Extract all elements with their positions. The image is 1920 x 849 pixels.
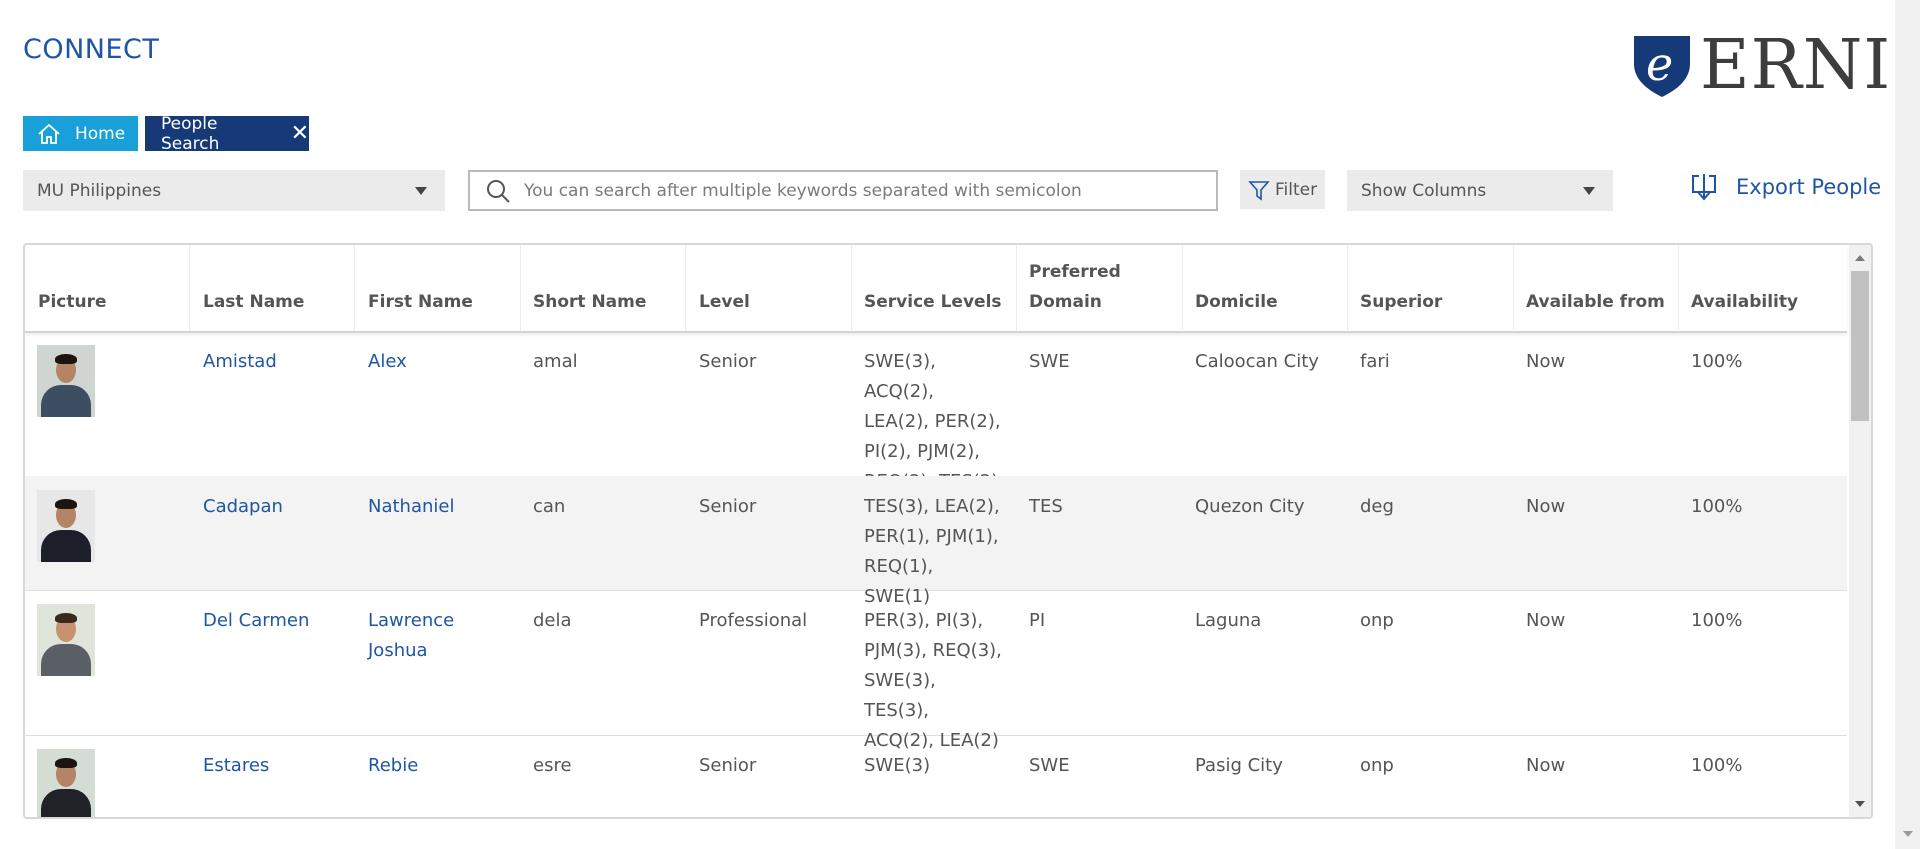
available-from: Now xyxy=(1526,351,1566,372)
search-icon xyxy=(487,179,510,203)
header-level[interactable]: Level xyxy=(699,287,750,317)
available-from: Now xyxy=(1526,496,1566,517)
first-name-link[interactable]: Lawrence Joshua xyxy=(368,606,498,666)
home-icon xyxy=(38,123,60,144)
export-people-button[interactable]: Export People xyxy=(1690,172,1881,202)
short-name: amal xyxy=(533,351,578,372)
page-scrollbar[interactable] xyxy=(1895,0,1920,849)
table-row[interactable]: Amistad Alex amal Senior SWE(3), ACQ(2),… xyxy=(25,331,1847,492)
header-picture[interactable]: Picture xyxy=(38,287,107,317)
preferred-domain: TES xyxy=(1029,496,1063,517)
short-name: dela xyxy=(533,610,572,631)
short-name: can xyxy=(533,496,566,517)
tab-home-label: Home xyxy=(75,123,126,144)
avatar xyxy=(37,749,95,817)
short-name: esre xyxy=(533,755,572,776)
header-domicile[interactable]: Domicile xyxy=(1195,287,1278,317)
availability: 100% xyxy=(1691,351,1743,372)
first-name-link[interactable]: Nathaniel xyxy=(368,492,498,522)
header-preferred-domain-line2: Domain xyxy=(1029,292,1102,312)
show-columns-label: Show Columns xyxy=(1361,180,1487,201)
header-available-from[interactable]: Available from xyxy=(1526,287,1665,317)
first-name-link[interactable]: Rebie xyxy=(368,751,498,781)
avatar xyxy=(37,604,95,676)
level: Professional xyxy=(699,610,808,631)
last-name-link[interactable]: Del Carmen xyxy=(203,606,309,636)
app-title: CONNECT xyxy=(23,34,160,65)
scrollbar-thumb[interactable] xyxy=(1851,271,1869,421)
preferred-domain: SWE xyxy=(1029,755,1070,776)
level: Senior xyxy=(699,351,757,372)
erni-logo: e ERNI xyxy=(1632,26,1890,105)
filter-label: Filter xyxy=(1275,179,1318,200)
domicile: Laguna xyxy=(1195,610,1262,631)
svg-text:e: e xyxy=(1646,37,1673,91)
available-from: Now xyxy=(1526,755,1566,776)
last-name-link[interactable]: Cadapan xyxy=(203,492,283,522)
table-row[interactable]: Del Carmen Lawrence Joshua dela Professi… xyxy=(25,590,1847,751)
header-short-name[interactable]: Short Name xyxy=(533,287,646,317)
superior: onp xyxy=(1360,755,1394,776)
shield-logo-icon: e xyxy=(1634,36,1690,97)
superior: fari xyxy=(1360,351,1390,372)
tab-home[interactable]: Home xyxy=(23,116,138,151)
preferred-domain: PI xyxy=(1029,610,1046,631)
logo-text: ERNI xyxy=(1700,26,1892,105)
show-columns-select[interactable]: Show Columns xyxy=(1347,170,1613,211)
first-name-link[interactable]: Alex xyxy=(368,347,498,377)
business-unit-value: MU Philippines xyxy=(37,180,162,201)
scroll-up-icon[interactable] xyxy=(1855,255,1865,261)
availability: 100% xyxy=(1691,755,1743,776)
table-row[interactable]: Estares Rebie esre Senior SWE(3) SWE Pas… xyxy=(25,735,1847,817)
header-last-name[interactable]: Last Name xyxy=(203,287,304,317)
search-input[interactable] xyxy=(522,179,1186,202)
availability: 100% xyxy=(1691,610,1743,631)
domicile: Pasig City xyxy=(1195,755,1283,776)
search-box[interactable] xyxy=(468,170,1218,211)
header-preferred-domain-line1: Preferred xyxy=(1029,262,1121,282)
last-name-link[interactable]: Estares xyxy=(203,751,269,781)
avatar xyxy=(37,490,95,562)
filter-icon xyxy=(1248,180,1270,201)
level: Senior xyxy=(699,755,757,776)
header-service-levels[interactable]: Service Levels xyxy=(864,287,1002,317)
table-header: Picture Last Name First Name Short Name … xyxy=(25,245,1847,333)
business-unit-select[interactable]: MU Philippines xyxy=(23,170,445,211)
service-levels: SWE(3), ACQ(2), LEA(2), PER(2), PI(2), P… xyxy=(864,351,1001,492)
scroll-down-icon[interactable] xyxy=(1903,831,1913,837)
service-levels: SWE(3) xyxy=(864,755,931,776)
people-table: Picture Last Name First Name Short Name … xyxy=(23,243,1873,819)
table-row[interactable]: Cadapan Nathaniel can Senior TES(3), LEA… xyxy=(25,476,1847,607)
header-preferred-domain[interactable]: Preferred Domain xyxy=(1029,257,1121,317)
chevron-down-icon xyxy=(415,187,427,195)
last-name-link[interactable]: Amistad xyxy=(203,347,277,377)
tab-people-search[interactable]: People Search ✕ xyxy=(145,113,309,154)
availability: 100% xyxy=(1691,496,1743,517)
available-from: Now xyxy=(1526,610,1566,631)
avatar xyxy=(37,345,95,417)
filter-button[interactable]: Filter xyxy=(1240,170,1325,209)
header-availability[interactable]: Availability xyxy=(1691,287,1798,317)
header-first-name[interactable]: First Name xyxy=(368,287,473,317)
domicile: Caloocan City xyxy=(1195,351,1319,372)
preferred-domain: SWE xyxy=(1029,351,1070,372)
scroll-down-icon[interactable] xyxy=(1855,801,1865,807)
export-icon xyxy=(1692,174,1716,201)
superior: deg xyxy=(1360,496,1394,517)
header-superior[interactable]: Superior xyxy=(1360,287,1442,317)
chevron-down-icon xyxy=(1583,187,1595,195)
domicile: Quezon City xyxy=(1195,496,1305,517)
tab-people-search-label: People Search xyxy=(161,113,220,154)
close-icon[interactable]: ✕ xyxy=(291,122,309,145)
table-scrollbar[interactable] xyxy=(1849,245,1871,817)
level: Senior xyxy=(699,496,757,517)
service-levels: PER(3), PI(3), PJM(3), REQ(3), SWE(3), T… xyxy=(864,610,1002,751)
superior: onp xyxy=(1360,610,1394,631)
export-people-label: Export People xyxy=(1736,175,1882,199)
